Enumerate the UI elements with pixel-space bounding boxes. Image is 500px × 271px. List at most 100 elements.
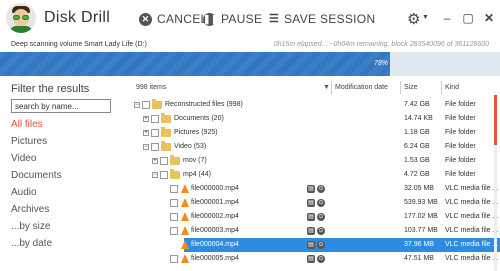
preview-icon[interactable]: ▤ <box>307 199 315 207</box>
magnifier-icon[interactable]: ⊙ <box>317 199 325 207</box>
save-label: SAVE SESSION <box>284 12 376 26</box>
row-checkbox[interactable] <box>170 241 178 249</box>
row-kind: VLC media file ... <box>445 227 499 234</box>
row-checkbox[interactable] <box>160 157 168 165</box>
filter-audio[interactable]: Audio <box>11 187 37 198</box>
row-size: 177.02 MB <box>404 213 438 220</box>
collapse-icon[interactable]: − <box>143 144 149 150</box>
sort-chevron-icon[interactable]: ▼ <box>323 84 330 91</box>
row-checkbox[interactable] <box>170 227 178 235</box>
cancel-label: CANCEL <box>157 12 208 26</box>
row-kind: File folder <box>445 157 476 164</box>
row-name: file000000.mp4 <box>191 185 239 192</box>
table-row[interactable]: file000001.mp4 ▤ ⊙ 539.93 MB VLC media f… <box>130 196 500 210</box>
row-name: Reconstructed files (998) <box>165 101 243 108</box>
filter-pictures[interactable]: Pictures <box>11 136 47 147</box>
file-list: 998 items ▼ Modification date Size Kind … <box>130 78 500 271</box>
row-name: mov (7) <box>183 157 207 164</box>
preview-icon[interactable]: ▤ <box>307 213 315 221</box>
row-size: 14.74 KB <box>404 115 433 122</box>
expand-icon[interactable]: + <box>152 158 158 164</box>
chevron-down-icon[interactable]: ▼ <box>422 14 429 21</box>
row-size: 1.18 GB <box>404 129 430 136</box>
vlc-icon <box>181 254 189 263</box>
row-checkbox[interactable] <box>170 213 178 221</box>
row-checkbox[interactable] <box>170 255 178 263</box>
table-row[interactable]: − Reconstructed files (998) 7.42 GB File… <box>130 98 500 112</box>
row-size: 47.51 MB <box>404 255 434 262</box>
row-size: 7.42 GB <box>404 101 430 108</box>
row-name: file000002.mp4 <box>191 213 239 220</box>
pause-label: PAUSE <box>221 12 263 26</box>
column-kind[interactable]: Kind <box>445 84 459 91</box>
magnifier-icon[interactable]: ⊙ <box>317 185 325 193</box>
row-checkbox[interactable] <box>151 129 159 137</box>
cancel-button[interactable]: ✕ CANCEL <box>139 11 207 27</box>
progress-percent: 78% <box>373 60 388 67</box>
folder-icon <box>161 141 171 151</box>
row-checkbox[interactable] <box>151 143 159 151</box>
preview-icon[interactable]: ▤ <box>307 255 315 263</box>
magnifier-icon[interactable]: ⊙ <box>317 241 325 249</box>
list-scrollbar[interactable] <box>494 95 497 271</box>
filter-by-size[interactable]: ...by size <box>11 221 50 232</box>
filter-video[interactable]: Video <box>11 153 36 164</box>
row-name: Pictures (925) <box>174 129 218 136</box>
title-bar: Disk Drill ✕ CANCEL ❚❚ PAUSE ☰ SAVE SESS… <box>0 0 500 36</box>
collapse-icon[interactable]: − <box>152 172 158 178</box>
row-checkbox[interactable] <box>151 115 159 123</box>
row-checkbox[interactable] <box>160 171 168 179</box>
filter-documents[interactable]: Documents <box>11 170 62 181</box>
expand-icon[interactable]: + <box>143 130 149 136</box>
gear-icon[interactable]: ⚙ <box>407 10 420 28</box>
column-size[interactable]: Size <box>404 84 418 91</box>
row-name: file000003.mp4 <box>191 227 239 234</box>
table-row[interactable]: file000002.mp4 ▤ ⊙ 177.02 MB VLC media f… <box>130 210 500 224</box>
magnifier-icon[interactable]: ⊙ <box>317 213 325 221</box>
table-row[interactable]: file000003.mp4 ▤ ⊙ 103.77 MB VLC media f… <box>130 224 500 238</box>
table-row[interactable]: + Documents (20) 14.74 KB File folder <box>130 112 500 126</box>
row-kind: File folder <box>445 101 476 108</box>
row-checkbox[interactable] <box>170 185 178 193</box>
table-row[interactable]: file000000.mp4 ▤ ⊙ 32.05 MB VLC media fi… <box>130 182 500 196</box>
expand-icon[interactable]: + <box>143 116 149 122</box>
table-row-selected[interactable]: file000004.mp4 ▤ ⊙ 37.96 MB VLC media fi… <box>170 238 500 252</box>
row-size: 6.24 GB <box>404 143 430 150</box>
save-session-button[interactable]: ☰ SAVE SESSION <box>269 11 375 27</box>
preview-icon[interactable]: ▤ <box>307 185 315 193</box>
preview-icon[interactable]: ▤ <box>307 241 315 249</box>
table-row[interactable]: + Pictures (925) 1.18 GB File folder <box>130 126 500 140</box>
collapse-icon[interactable]: − <box>134 102 140 108</box>
row-checkbox[interactable] <box>142 101 150 109</box>
scrollbar-thumb[interactable] <box>494 95 497 145</box>
cancel-icon: ✕ <box>139 12 152 26</box>
preview-icon[interactable]: ▤ <box>307 227 315 235</box>
row-name: file000005.mp4 <box>191 255 239 262</box>
row-size: 37.96 MB <box>404 241 434 248</box>
row-checkbox[interactable] <box>170 199 178 207</box>
scan-time-text: 0h15m elapsed... ~0h04m remaining, block… <box>273 41 489 48</box>
filter-by-date[interactable]: ...by date <box>11 238 52 249</box>
table-row[interactable]: + mov (7) 1.53 GB File folder <box>130 154 500 168</box>
magnifier-icon[interactable]: ⊙ <box>317 255 325 263</box>
table-row[interactable]: − Video (53) 6.24 GB File folder <box>130 140 500 154</box>
column-modification-date[interactable]: Modification date <box>335 84 388 91</box>
app-logo <box>6 3 36 33</box>
row-size: 103.77 MB <box>404 227 438 234</box>
vlc-icon <box>181 212 189 221</box>
filter-archives[interactable]: Archives <box>11 204 49 215</box>
row-name: file000001.mp4 <box>191 199 239 206</box>
table-row[interactable]: − mp4 (44) 4.72 GB File folder <box>130 168 500 182</box>
search-input[interactable] <box>11 99 111 113</box>
folder-icon <box>170 169 180 179</box>
minimize-button[interactable]: – <box>441 12 453 24</box>
row-name: file000004.mp4 <box>191 241 239 248</box>
pause-button[interactable]: ❚❚ PAUSE <box>203 11 262 27</box>
filter-all-files[interactable]: All files <box>11 119 43 130</box>
maximize-button[interactable]: ▢ <box>462 12 474 24</box>
table-row[interactable]: file000005.mp4 ▤ ⊙ 47.51 MB VLC media fi… <box>130 252 500 266</box>
magnifier-icon[interactable]: ⊙ <box>317 227 325 235</box>
close-button[interactable]: ✕ <box>483 12 495 24</box>
vlc-icon <box>181 198 189 207</box>
pause-icon: ❚❚ <box>203 12 219 26</box>
